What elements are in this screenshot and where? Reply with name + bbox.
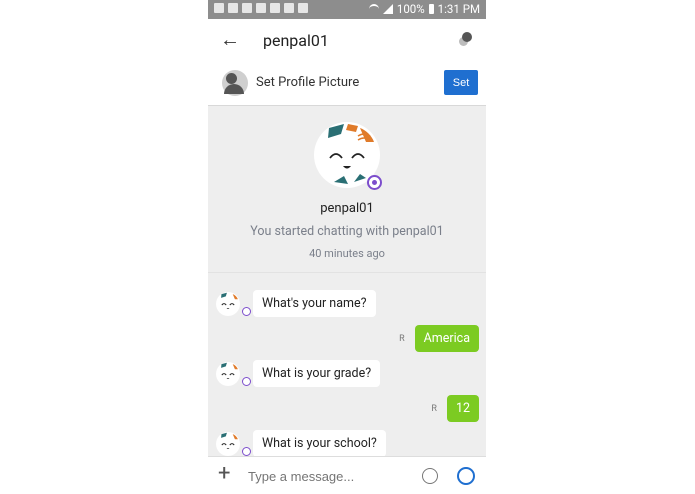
intro-started-text: You started chatting with penpal01 [250,224,444,239]
group-avatar-icon [222,70,248,96]
plus-icon[interactable]: + [218,463,230,485]
read-receipt-icon: R [431,403,437,414]
mini-status-badge [242,377,251,386]
set-button[interactable]: Set [444,70,478,95]
bot-mini-avatar [216,291,240,316]
send-icon[interactable] [457,467,475,485]
mini-status-badge [242,307,251,316]
twitter-icon [242,3,252,13]
chat-area[interactable]: penpal01 You started chatting with penpa… [208,106,486,457]
clock: 1:31 PM [437,2,480,16]
presence-icon[interactable] [462,32,472,42]
twitter-icon [214,3,224,13]
message-icon [298,3,308,13]
twitter-icon [256,3,266,13]
profile-picture-bar: Set Profile Picture Set [208,62,486,106]
back-arrow-icon[interactable]: ← [220,29,240,49]
set-profile-label: Set Profile Picture [256,75,360,90]
message-bubble: What is your school? [253,430,386,457]
battery-percent: 100% [396,2,425,16]
message-outgoing: R 12 [431,395,479,422]
phone-screen: 100% 1:31 PM ← penpal01 Set Profile Pict… [208,0,486,494]
message-bubble: 12 [446,395,479,422]
photo-icon [228,3,238,13]
message-outgoing: R America [399,325,479,352]
message-bubble: What is your grade? [253,360,381,387]
message-bubble: What's your name? [253,290,376,317]
voicemail-icon [270,3,280,13]
read-receipt-icon: R [399,333,405,344]
status-bar: 100% 1:31 PM [208,0,486,19]
message-incoming: What's your name? [216,290,376,317]
message-bubble: America [414,325,479,352]
top-app-bar: ← penpal01 [208,19,486,63]
composer-bar: + [208,456,486,494]
intro-name: penpal01 [320,201,374,216]
divider [208,272,486,273]
message-input[interactable] [246,468,400,485]
image-icon [284,3,294,13]
intro-time-ago: 40 minutes ago [309,247,385,260]
emoji-icon[interactable] [422,468,438,484]
message-incoming: What is your school? [216,430,386,457]
bot-mini-avatar [216,361,240,386]
notification-icons [214,3,308,13]
bot-mini-avatar [216,431,240,456]
conversation-title: penpal01 [263,31,329,50]
message-incoming: What is your grade? [216,360,381,387]
mini-status-badge [242,447,251,456]
bot-status-badge [367,175,382,190]
battery-icon [428,4,434,14]
wifi-icon [368,4,379,14]
signal-icon [382,4,393,14]
